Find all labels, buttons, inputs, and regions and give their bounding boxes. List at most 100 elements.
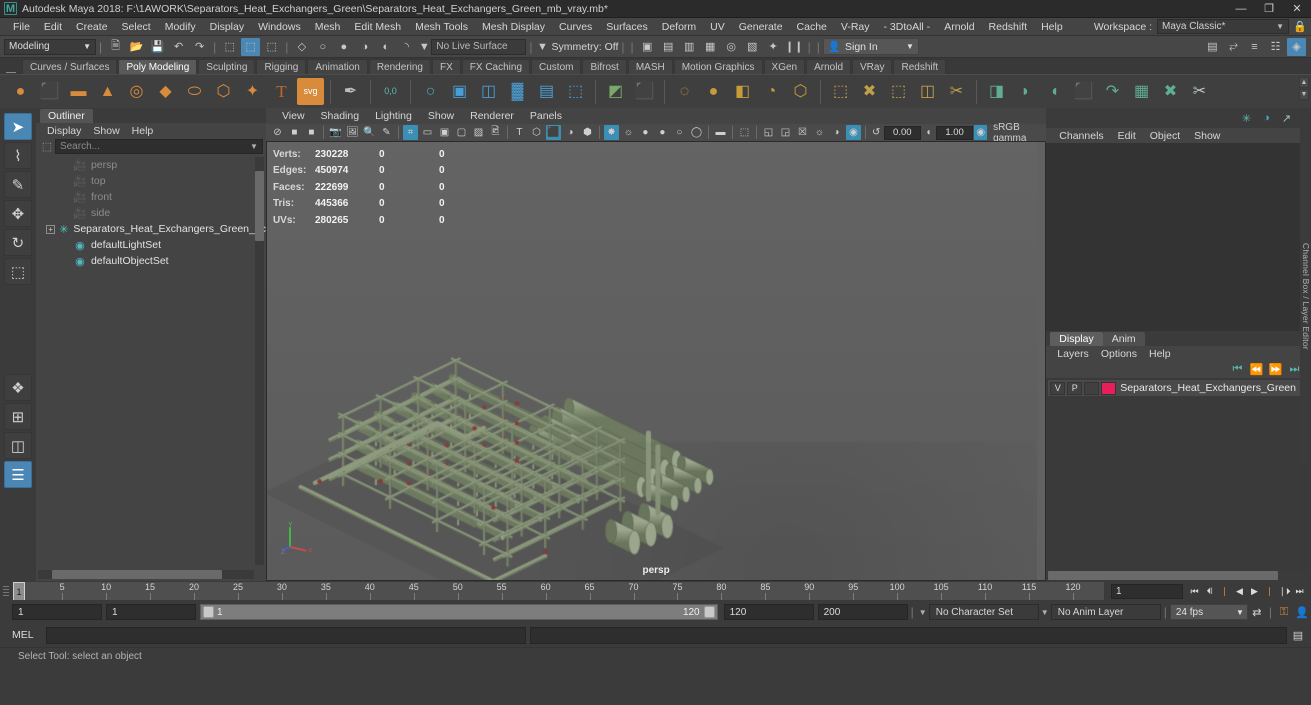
- shelf-tab-arnold[interactable]: Arnold: [806, 59, 852, 74]
- poly-platonic-icon[interactable]: ⬡: [210, 78, 237, 105]
- attribute-editor-icon[interactable]: ◑: [1258, 110, 1275, 126]
- layer-first-icon[interactable]: ⏮: [1229, 362, 1246, 377]
- offset-edge-icon[interactable]: ◫: [914, 78, 941, 105]
- menu-mesh[interactable]: Mesh: [308, 18, 348, 36]
- poly-disc-icon[interactable]: ⬭: [181, 78, 208, 105]
- isolate-select-icon[interactable]: ⬚: [737, 125, 752, 140]
- go-to-end-button[interactable]: ⏭: [1292, 583, 1307, 600]
- insert-edge-loop-icon[interactable]: ⬚: [885, 78, 912, 105]
- undo-button[interactable]: ↶: [169, 38, 188, 56]
- shelf-tab-curves-surfaces[interactable]: Curves / Surfaces: [22, 59, 118, 74]
- smooth-mesh-icon[interactable]: ○: [417, 78, 444, 105]
- light-tool-button[interactable]: ✦: [764, 38, 783, 56]
- time-slider-track[interactable]: 1 5 10 15 20 25 30 35 40 45 50 55 60 65 70 75 80 85 90 95 1…: [12, 581, 1105, 601]
- use-all-lights-icon[interactable]: ✸: [603, 125, 619, 140]
- menu-3dtoall[interactable]: - 3DtoAll -: [877, 18, 938, 36]
- outliner-search-input[interactable]: Search... ▼: [54, 139, 263, 154]
- anim-end-field[interactable]: 200: [817, 604, 908, 620]
- outliner-item[interactable]: 🎥 persp: [36, 157, 266, 173]
- command-input[interactable]: [46, 626, 526, 644]
- attribute-editor-dock-icon[interactable]: ≡: [1245, 38, 1264, 56]
- hud-toggle-icon[interactable]: ⥂: [1224, 38, 1243, 56]
- current-frame-field[interactable]: 1: [1111, 583, 1183, 599]
- tab-anim-layers[interactable]: Anim: [1102, 332, 1145, 346]
- outliner-item[interactable]: 🎥 side: [36, 205, 266, 221]
- expand-icon[interactable]: +: [45, 224, 56, 234]
- playback-speed-combo[interactable]: 24 fps ▼: [1169, 604, 1248, 620]
- layer-playback-toggle[interactable]: P: [1067, 381, 1083, 395]
- menu-deform[interactable]: Deform: [655, 18, 703, 36]
- layers-menu-help[interactable]: Help: [1143, 348, 1177, 360]
- modeling-toolkit-icon[interactable]: ✳: [1238, 110, 1255, 126]
- tab-outliner[interactable]: Outliner: [39, 109, 93, 123]
- persp-viewport[interactable]: Verts: 230228 0 0 Edges: 450974 0 0 Faces: 222699…: [265, 141, 1047, 581]
- poly-super-shape-icon[interactable]: ✦: [239, 78, 266, 105]
- scroll-thumb[interactable]: [1048, 571, 1279, 580]
- connect-tool-icon[interactable]: ✖: [856, 78, 883, 105]
- chamfer-icon[interactable]: ⬡: [787, 78, 814, 105]
- outliner-item[interactable]: 🎥 top: [36, 173, 266, 189]
- wireframe-on-shaded-icon[interactable]: ◑: [563, 125, 578, 140]
- channelbox-menu-channels[interactable]: Channels: [1052, 130, 1110, 142]
- extract-icon[interactable]: ⬚: [562, 78, 589, 105]
- shelf-tab-fx[interactable]: FX: [431, 59, 461, 74]
- multisample-icon[interactable]: ○: [672, 125, 687, 140]
- select-tool-button[interactable]: ➤: [3, 113, 32, 140]
- shelf-tab-xgen[interactable]: XGen: [763, 59, 806, 74]
- mesh-grid-icon[interactable]: ▓: [504, 78, 531, 105]
- render-globals-button[interactable]: ▧: [743, 38, 762, 56]
- motion-blur-icon[interactable]: ●: [655, 125, 670, 140]
- camera-attributes-icon[interactable]: ■: [304, 125, 319, 140]
- bookmarks-icon[interactable]: 📷: [328, 125, 343, 140]
- live-surface-field[interactable]: No Live Surface: [431, 38, 527, 55]
- character-set-field[interactable]: No Character Set: [928, 604, 1039, 620]
- menu-surfaces[interactable]: Surfaces: [599, 18, 654, 36]
- snap-to-projected-icon[interactable]: ◑: [355, 38, 374, 56]
- menu-help[interactable]: Help: [1034, 18, 1070, 36]
- texture-icon[interactable]: T: [512, 125, 527, 140]
- no-effects-icon[interactable]: ☒: [795, 125, 810, 140]
- wedge-face-icon[interactable]: ◔: [758, 78, 785, 105]
- exposure-value[interactable]: 0.00: [883, 125, 922, 140]
- playback-end-field[interactable]: 120: [723, 604, 814, 620]
- maximize-button[interactable]: ❐: [1255, 0, 1283, 18]
- outliner-menu-help[interactable]: Help: [126, 125, 160, 137]
- shelf-tab-mash[interactable]: MASH: [627, 59, 673, 74]
- layer-prev-icon[interactable]: ⏪: [1248, 362, 1265, 377]
- sign-in-button[interactable]: 👤 Sign In ▼: [822, 38, 919, 55]
- fill-hole-icon[interactable]: ●: [700, 78, 727, 105]
- character-set-chevron-icon[interactable]: ▼: [917, 608, 929, 617]
- grease-pencil-icon[interactable]: ✎: [379, 125, 394, 140]
- step-back-key-button[interactable]: ⏴❘: [1202, 583, 1217, 600]
- layers-menu-options[interactable]: Options: [1095, 348, 1143, 360]
- target-weld-icon[interactable]: ◗: [1012, 78, 1039, 105]
- symmetry-label[interactable]: Symmetry: Off: [550, 41, 619, 53]
- layer-color-swatch[interactable]: [1101, 381, 1117, 395]
- bevel-icon[interactable]: ⬛: [1070, 78, 1097, 105]
- step-back-frame-button[interactable]: ❘: [1217, 583, 1232, 600]
- viewport-menu-shading[interactable]: Shading: [313, 110, 368, 122]
- sculpt-tool-icon[interactable]: ✒: [337, 78, 364, 105]
- viewport-menu-renderer[interactable]: Renderer: [462, 110, 522, 122]
- toggle-uiobjects-icon[interactable]: ◲: [778, 125, 793, 140]
- menu-arnold[interactable]: Arnold: [937, 18, 981, 36]
- outliner-item[interactable]: ◉ defaultObjectSet: [36, 253, 266, 269]
- select-by-hierarchy-button[interactable]: ⬚: [220, 38, 239, 56]
- poly-cylinder-icon[interactable]: ▬: [65, 78, 92, 105]
- anim-layer-field[interactable]: No Anim Layer: [1050, 604, 1161, 620]
- poly-sphere-icon[interactable]: ●: [7, 78, 34, 105]
- append-poly-icon[interactable]: ◧: [729, 78, 756, 105]
- outliner-item[interactable]: ◉ defaultLightSet: [36, 237, 266, 253]
- gamma-icon[interactable]: ◑: [829, 125, 844, 140]
- menu-display[interactable]: Display: [203, 18, 251, 36]
- exposure-reset-icon[interactable]: ↺: [870, 125, 883, 140]
- channelbox-menu-show[interactable]: Show: [1187, 130, 1227, 142]
- menu-cache[interactable]: Cache: [790, 18, 834, 36]
- shelf-tab-animation[interactable]: Animation: [307, 59, 368, 74]
- range-start-handle[interactable]: [203, 606, 214, 618]
- outliner-menu-display[interactable]: Display: [41, 125, 87, 137]
- auto-keyframe-icon[interactable]: ⚿: [1275, 604, 1293, 621]
- xray-icon[interactable]: ▨: [471, 125, 486, 140]
- viewport-menu-view[interactable]: View: [274, 110, 313, 122]
- script-editor-icon[interactable]: ▤: [1289, 627, 1307, 644]
